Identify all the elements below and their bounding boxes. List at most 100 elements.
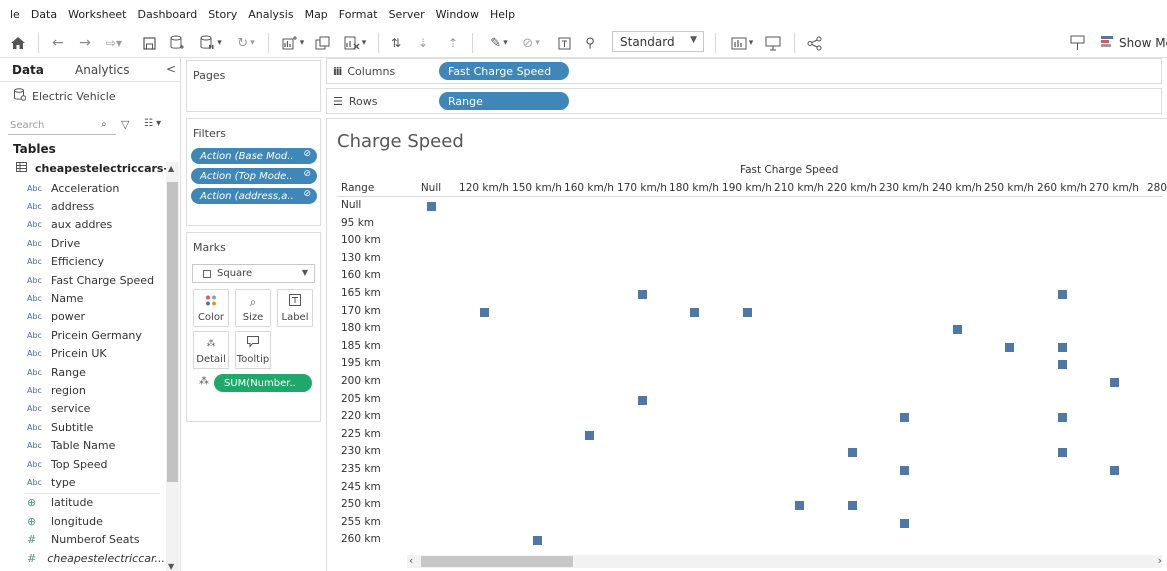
presentation-icon[interactable] <box>762 32 784 54</box>
data-mark[interactable] <box>1057 413 1067 423</box>
new-datasource-icon[interactable] <box>167 32 187 54</box>
column-header[interactable]: 240 km/h <box>932 182 982 194</box>
row-header[interactable]: 225 km <box>341 428 381 440</box>
menu-data[interactable]: Data <box>31 8 57 21</box>
undo-icon[interactable]: ← <box>48 32 68 54</box>
columns-pill[interactable]: Fast Charge Speed <box>439 62 569 80</box>
filters-card[interactable]: Filters Action (Base Mod.. ⊘ Action (Top … <box>186 118 321 226</box>
size-button[interactable]: ⌕ Size <box>235 289 271 327</box>
field-item[interactable]: Abc Fast Charge Speed <box>0 271 165 289</box>
field-item[interactable]: Abc Range <box>0 363 165 381</box>
worksheet-view[interactable]: Charge Speed Fast Charge Speed Range Nul… <box>326 118 1167 571</box>
data-mark[interactable] <box>479 307 489 317</box>
menu-file[interactable]: le <box>10 8 20 21</box>
row-header[interactable]: 205 km <box>341 393 381 405</box>
column-header[interactable]: 250 km/h <box>984 182 1034 194</box>
search-input[interactable]: Search <box>8 117 116 135</box>
data-mark[interactable] <box>1109 378 1119 387</box>
filter-pill[interactable]: Action (address,a.. ⊘ <box>191 188 317 204</box>
table-item[interactable]: cheapestelectriccars-... <box>16 162 166 175</box>
data-mark[interactable] <box>1057 342 1067 352</box>
data-mark[interactable] <box>426 202 436 211</box>
group-icon[interactable]: ⊘ ▾ <box>516 32 546 54</box>
sort-ascending-icon[interactable]: ⇣ <box>412 32 434 54</box>
tab-data[interactable]: Data <box>12 63 44 77</box>
menu-window[interactable]: Window <box>436 8 479 21</box>
column-header[interactable]: Null <box>421 182 441 194</box>
filter-pill[interactable]: Action (Top Mode.. ⊘ <box>191 168 317 184</box>
row-header[interactable]: Null <box>341 199 361 211</box>
tab-analytics[interactable]: Analytics <box>75 63 130 77</box>
data-mark[interactable] <box>847 448 857 458</box>
column-header[interactable]: 260 km/h <box>1037 182 1087 194</box>
data-mark[interactable] <box>532 536 542 546</box>
collapse-pane-icon[interactable]: < <box>166 62 176 76</box>
field-item[interactable]: Abc Name <box>0 289 165 307</box>
data-mark[interactable] <box>584 430 594 440</box>
field-item[interactable]: Abc address <box>0 197 165 215</box>
field-item[interactable]: Abc Table Name <box>0 436 165 454</box>
replay-icon[interactable]: ⇨▾ <box>101 32 127 54</box>
filter-icon[interactable]: ▽ <box>121 118 129 131</box>
pause-updates-icon[interactable]: ▾ <box>193 32 229 54</box>
row-header[interactable]: 165 km <box>341 287 381 299</box>
field-item[interactable]: Abc Drive <box>0 234 165 252</box>
clear-sheet-icon[interactable]: ▾ <box>338 32 372 54</box>
column-header[interactable]: 170 km/h <box>617 182 667 194</box>
chevron-right-icon[interactable]: › <box>1158 554 1162 567</box>
field-item[interactable]: Abc Pricein UK <box>0 345 165 363</box>
datasource-item[interactable]: Electric Vehicle <box>14 88 116 104</box>
rows-shelf[interactable]: ☰ Rows Range <box>326 88 1162 114</box>
row-header[interactable]: 245 km <box>341 481 381 493</box>
data-mark[interactable] <box>1004 342 1014 352</box>
field-item[interactable]: ⊕ longitude <box>0 512 165 530</box>
menu-analysis[interactable]: Analysis <box>248 8 293 21</box>
column-header[interactable]: 280 <box>1147 182 1167 194</box>
share-icon[interactable] <box>803 32 825 54</box>
menu-map[interactable]: Map <box>305 8 328 21</box>
detail-button[interactable]: ⁂ Detail <box>193 331 229 369</box>
field-item[interactable]: # Numberof Seats <box>0 530 165 548</box>
field-item[interactable]: Abc Subtitle <box>0 418 165 436</box>
column-header[interactable]: 120 km/h <box>459 182 509 194</box>
label-button[interactable]: Label <box>277 289 313 327</box>
column-header[interactable]: 160 km/h <box>564 182 614 194</box>
color-button[interactable]: Color <box>193 289 229 327</box>
fit-dropdown[interactable]: Standard ▼ <box>612 31 704 52</box>
data-mark[interactable] <box>689 307 699 317</box>
column-header[interactable]: 220 km/h <box>827 182 877 194</box>
row-header[interactable]: 250 km <box>341 498 381 510</box>
show-cards-icon[interactable]: ▾ <box>725 32 759 54</box>
field-item[interactable]: Abc region <box>0 381 165 399</box>
data-mark[interactable] <box>1057 290 1067 299</box>
field-item[interactable]: Abc Acceleration <box>0 179 165 197</box>
column-header[interactable]: 190 km/h <box>722 182 772 194</box>
pin-icon[interactable]: ⚲ <box>580 32 600 54</box>
scrollbar-horizontal[interactable]: ‹ › <box>407 554 1162 568</box>
tooltip-button[interactable]: Tooltip <box>235 331 271 369</box>
search-icon[interactable]: ⌕ <box>101 119 107 130</box>
column-header[interactable]: 210 km/h <box>774 182 824 194</box>
filter-pill[interactable]: Action (Base Mod.. ⊘ <box>191 148 317 164</box>
save-icon[interactable] <box>140 32 158 54</box>
scrollbar-vertical[interactable]: ▲ ▼ <box>166 162 179 571</box>
row-header[interactable]: 185 km <box>341 340 381 352</box>
row-header[interactable]: 260 km <box>341 533 381 545</box>
field-item[interactable]: Abc Pricein Germany <box>0 326 165 344</box>
data-mark[interactable] <box>794 501 804 511</box>
data-mark[interactable] <box>899 466 909 475</box>
new-worksheet-icon[interactable]: ▾ <box>276 32 310 54</box>
menu-story[interactable]: Story <box>208 8 237 21</box>
row-header[interactable]: 230 km <box>341 445 381 457</box>
menu-help[interactable]: Help <box>490 8 515 21</box>
data-mark[interactable] <box>899 518 909 528</box>
row-header[interactable]: 195 km <box>341 357 381 369</box>
field-item[interactable]: Abc Efficiency <box>0 253 165 271</box>
tooltip-icon[interactable] <box>1066 32 1088 54</box>
column-header[interactable]: 230 km/h <box>879 182 929 194</box>
chevron-up-icon[interactable]: ▲ <box>168 164 174 173</box>
data-mark[interactable] <box>952 325 962 335</box>
row-header[interactable]: 220 km <box>341 410 381 422</box>
home-icon[interactable] <box>8 32 28 54</box>
menu-format[interactable]: Format <box>339 8 378 21</box>
